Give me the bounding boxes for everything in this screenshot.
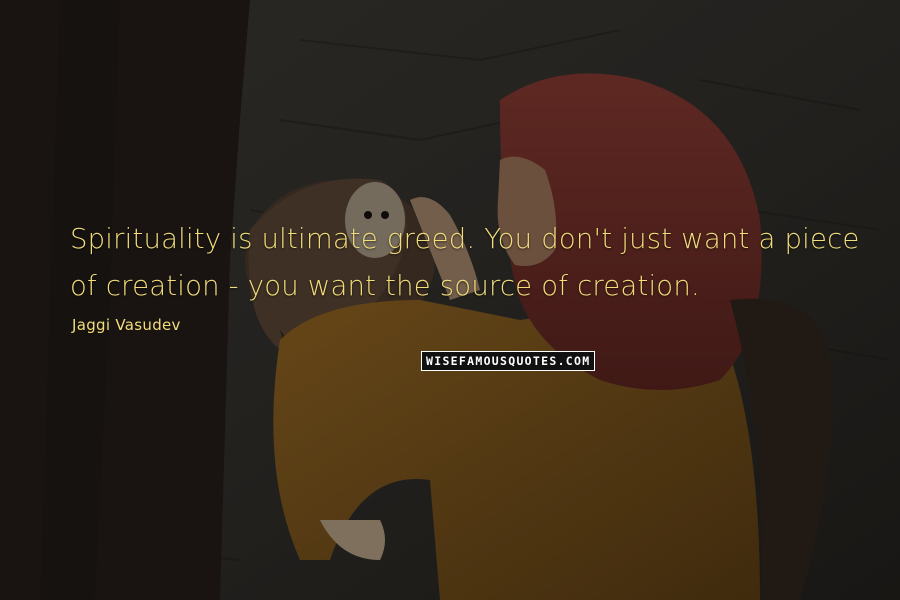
quote-text: Spirituality is ultimate greed. You don'… [70, 223, 860, 302]
watermark-text: WISEFAMOUSQUOTES.COM [426, 354, 591, 368]
watermark-logo: WISEFAMOUSQUOTES.COM [421, 351, 596, 371]
quote-author: Jaggi Vasudev [72, 316, 181, 334]
quote-image: Spirituality is ultimate greed. You don'… [0, 0, 900, 600]
